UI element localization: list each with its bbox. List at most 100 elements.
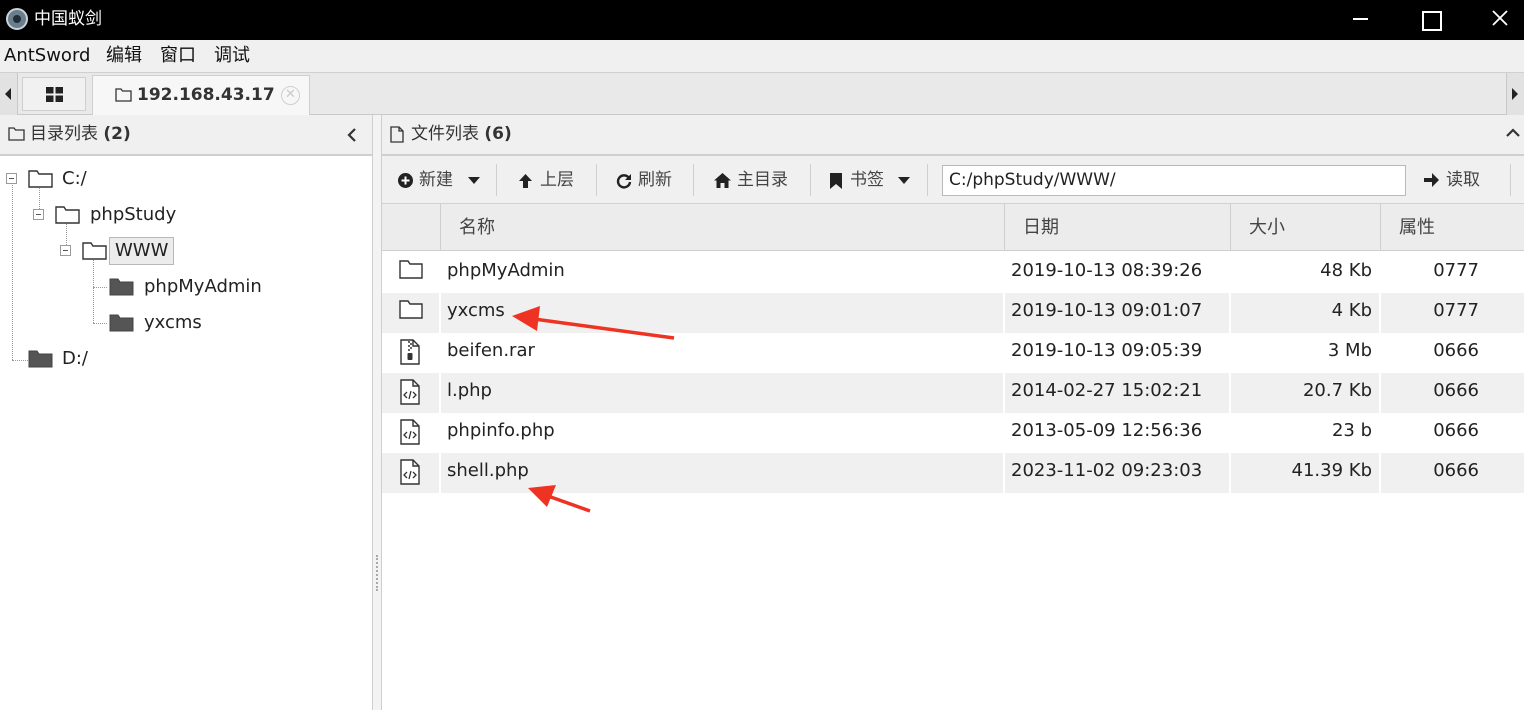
file-date: 2019-10-13 09:05:39 <box>1011 340 1203 361</box>
file-date: 2019-10-13 08:39:26 <box>1011 260 1203 281</box>
file-size: 41.39 Kb <box>1291 460 1372 481</box>
column-divider <box>1003 253 1005 493</box>
bookmark-button[interactable]: 书签 <box>830 162 920 198</box>
menu-antsword[interactable]: AntSword <box>4 45 90 67</box>
chevron-left-icon[interactable] <box>346 127 358 143</box>
file-panel-header: 文件列表 (6) <box>382 115 1524 156</box>
splitter-grip[interactable] <box>376 555 378 591</box>
tree-item-d-drive[interactable]: D:/ <box>62 347 88 371</box>
file-attr: 0666 <box>1433 380 1479 401</box>
file-row[interactable]: shell.php 2023-11-02 09:23:03 41.39 Kb 0… <box>382 453 1524 493</box>
file-size: 23 b <box>1331 420 1372 441</box>
folder-icon <box>115 88 132 102</box>
arrow-right-icon <box>1424 173 1439 187</box>
tree-connector <box>93 323 107 324</box>
folder-open-icon <box>82 242 107 260</box>
directory-count: (2) <box>103 124 131 144</box>
menu-debug[interactable]: 调试 <box>214 45 250 67</box>
file-date: 2023-11-02 09:23:03 <box>1011 460 1203 481</box>
close-icon <box>1492 10 1508 26</box>
folder-closed-icon <box>28 350 53 368</box>
plus-circle-icon <box>398 173 413 188</box>
read-path-button[interactable]: 读取 <box>1424 162 1504 198</box>
refresh-button[interactable]: 刷新 <box>616 162 686 198</box>
file-name: shell.php <box>447 460 529 481</box>
collapse-toggle-www[interactable] <box>60 245 71 256</box>
file-row[interactable]: phpinfo.php 2013-05-09 12:56:36 23 b 066… <box>382 413 1524 453</box>
toolbar-separator <box>496 164 497 196</box>
column-attr[interactable]: 属性 <box>1380 204 1524 251</box>
file-icon <box>390 126 404 143</box>
toolbar-separator <box>693 164 694 196</box>
tree-item-www[interactable]: WWW <box>109 237 175 265</box>
window-title: 中国蚁剑 <box>34 9 102 29</box>
code-file-icon <box>400 459 420 485</box>
path-input[interactable]: C:/phpStudy/WWW/ <box>942 165 1406 196</box>
collapse-toggle-c-drive[interactable] <box>6 173 17 184</box>
caret-down-icon <box>468 177 480 184</box>
menu-bar: AntSword 编辑 窗口 调试 <box>0 40 1524 73</box>
collapse-toggle-phpstudy[interactable] <box>33 209 44 220</box>
folder-open-icon <box>55 206 80 224</box>
folder-closed-icon <box>109 278 134 296</box>
file-row[interactable]: yxcms 2019-10-13 09:01:07 4 Kb 0777 <box>382 293 1524 333</box>
grid-icon <box>46 87 63 102</box>
column-size[interactable]: 大小 <box>1230 204 1380 251</box>
archive-file-icon <box>400 339 420 365</box>
minimize-button[interactable] <box>1324 0 1394 40</box>
menu-edit[interactable]: 编辑 <box>106 45 142 67</box>
column-date[interactable]: 日期 <box>1004 204 1230 251</box>
file-date: 2014-02-27 15:02:21 <box>1011 380 1203 401</box>
tree-connector <box>93 287 107 288</box>
file-name: l.php <box>447 380 492 401</box>
file-toolbar: 新建 上层 刷新 主目录 书签 C:/phpStudy/WWW/ 读取 <box>382 156 1524 204</box>
file-attr: 0777 <box>1433 300 1479 321</box>
close-window-button[interactable] <box>1464 0 1524 40</box>
toolbar-separator <box>927 164 928 196</box>
maximize-button[interactable] <box>1394 0 1464 40</box>
panel-splitter[interactable] <box>372 115 382 710</box>
file-row[interactable]: phpMyAdmin 2019-10-13 08:39:26 48 Kb 077… <box>382 253 1524 293</box>
title-bar: 中国蚁剑 <box>0 0 1524 40</box>
column-divider <box>439 253 441 493</box>
toolbar-separator <box>810 164 811 196</box>
home-dir-button[interactable]: 主目录 <box>714 162 804 198</box>
chevron-up-icon[interactable] <box>1506 128 1520 138</box>
file-size: 4 Kb <box>1331 300 1372 321</box>
tab-home-grid[interactable] <box>22 77 86 111</box>
home-icon <box>714 173 731 188</box>
tree-item-yxcms[interactable]: yxcms <box>144 311 202 335</box>
file-date: 2019-10-13 09:01:07 <box>1011 300 1203 321</box>
file-date: 2013-05-09 12:56:36 <box>1011 420 1203 441</box>
directory-panel: 目录列表 (2) C:/ phpStudy WWW phpMyAdmin yxc… <box>0 115 372 710</box>
folder-closed-icon <box>109 314 134 332</box>
tab-scroll-left-button[interactable] <box>0 73 18 115</box>
file-size: 48 Kb <box>1320 260 1372 281</box>
file-attr: 0666 <box>1433 460 1479 481</box>
new-button[interactable]: 新建 <box>398 162 498 198</box>
tab-scroll-right-button[interactable] <box>1506 73 1524 115</box>
directory-panel-title: 目录列表 (2) <box>30 124 131 144</box>
arrow-up-icon <box>519 174 532 188</box>
antsword-app-icon <box>6 8 28 30</box>
caret-down-icon <box>898 177 910 184</box>
tree-item-c-drive[interactable]: C:/ <box>62 167 87 191</box>
directory-panel-header: 目录列表 (2) <box>0 115 372 156</box>
parent-dir-button[interactable]: 上层 <box>518 162 588 198</box>
tab-host[interactable]: 192.168.43.17 ✕ <box>92 75 310 115</box>
menu-window[interactable]: 窗口 <box>160 45 196 67</box>
file-name: yxcms <box>447 300 505 321</box>
column-name[interactable]: 名称 <box>440 204 1004 251</box>
file-panel-title: 文件列表 (6) <box>411 124 512 144</box>
tree-item-phpmyadmin[interactable]: phpMyAdmin <box>144 275 262 299</box>
caret-left-icon <box>5 88 11 100</box>
file-attr: 0777 <box>1433 260 1479 281</box>
file-name: phpMyAdmin <box>447 260 565 281</box>
file-row[interactable]: l.php 2014-02-27 15:02:21 20.7 Kb 0666 <box>382 373 1524 413</box>
file-row[interactable]: beifen.rar 2019-10-13 09:05:39 3 Mb 0666 <box>382 333 1524 373</box>
tree-item-phpstudy[interactable]: phpStudy <box>90 203 176 227</box>
tab-bar: 192.168.43.17 ✕ <box>0 73 1524 115</box>
tab-close-button[interactable]: ✕ <box>281 86 300 105</box>
tree-connector <box>12 360 28 361</box>
folder-icon <box>8 127 25 141</box>
